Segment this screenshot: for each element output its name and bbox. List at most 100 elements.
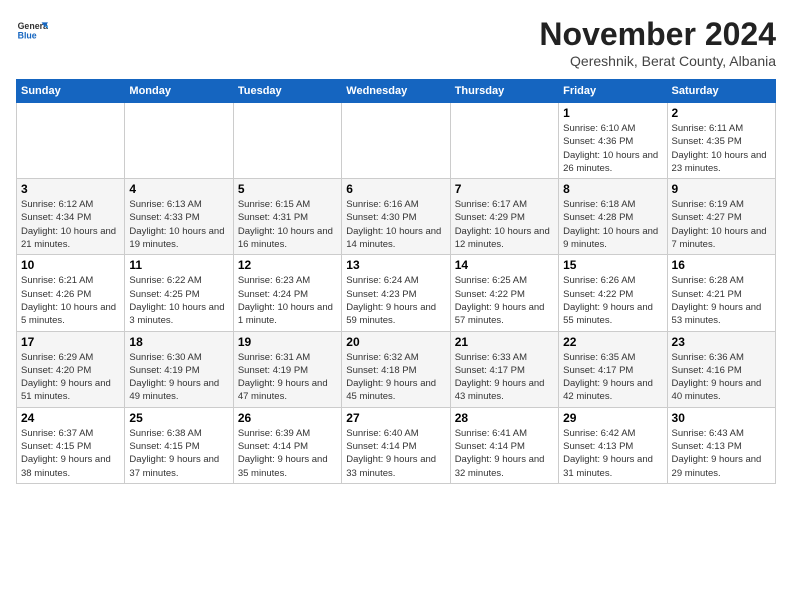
calendar-cell: 13Sunrise: 6:24 AM Sunset: 4:23 PM Dayli… [342, 255, 450, 331]
calendar-cell: 21 Sunrise: 6:33 AM Sunset: 4:17 PM Dayli… [450, 331, 558, 407]
calendar-cell [450, 103, 558, 179]
day-number: 25 [129, 411, 228, 425]
day-number: 14 [455, 258, 554, 272]
day-info: Sunrise: 6:18 AM Sunset: 4:28 PM Dayligh… [563, 198, 662, 251]
day-info: Sunrise: 6:29 AM Sunset: 4:20 PM Dayligh… [21, 351, 120, 404]
calendar-cell: 30 Sunrise: 6:43 AM Sunset: 4:13 PM Dayli… [667, 407, 775, 483]
svg-text:Blue: Blue [18, 30, 37, 40]
calendar-cell: 9 Sunrise: 6:19 AM Sunset: 4:27 PM Daylig… [667, 179, 775, 255]
day-info: Sunrise: 6:28 AM Sunset: 4:21 PM Dayligh… [672, 274, 771, 327]
svg-text:General: General [18, 21, 48, 31]
day-number: 21 [455, 335, 554, 349]
calendar-cell: 4Sunrise: 6:13 AM Sunset: 4:33 PM Daylig… [125, 179, 233, 255]
day-number: 29 [563, 411, 662, 425]
day-info: Sunrise: 6:17 AM Sunset: 4:29 PM Dayligh… [455, 198, 554, 251]
day-number: 8 [563, 182, 662, 196]
calendar-week-row: 17 Sunrise: 6:29 AM Sunset: 4:20 PM Dayli… [17, 331, 776, 407]
calendar-cell: 17 Sunrise: 6:29 AM Sunset: 4:20 PM Dayli… [17, 331, 125, 407]
calendar-cell: 28Sunrise: 6:41 AM Sunset: 4:14 PM Dayli… [450, 407, 558, 483]
calendar-cell: 6 Sunrise: 6:16 AM Sunset: 4:30 PM Daylig… [342, 179, 450, 255]
calendar-week-row: 1 Sunrise: 6:10 AM Sunset: 4:36 PM Daylig… [17, 103, 776, 179]
calendar-cell [342, 103, 450, 179]
day-info: Sunrise: 6:35 AM Sunset: 4:17 PM Dayligh… [563, 351, 662, 404]
header-cell-wednesday: Wednesday [342, 80, 450, 103]
day-number: 18 [129, 335, 228, 349]
calendar-cell: 18Sunrise: 6:30 AM Sunset: 4:19 PM Dayli… [125, 331, 233, 407]
day-info: Sunrise: 6:13 AM Sunset: 4:33 PM Dayligh… [129, 198, 228, 251]
day-info: Sunrise: 6:38 AM Sunset: 4:15 PM Dayligh… [129, 427, 228, 480]
day-number: 28 [455, 411, 554, 425]
logo: General Blue [16, 16, 48, 48]
calendar-table: SundayMondayTuesdayWednesdayThursdayFrid… [16, 79, 776, 484]
calendar-cell [17, 103, 125, 179]
calendar-cell: 14 Sunrise: 6:25 AM Sunset: 4:22 PM Dayli… [450, 255, 558, 331]
calendar-cell: 15 Sunrise: 6:26 AM Sunset: 4:22 PM Dayli… [559, 255, 667, 331]
day-number: 19 [238, 335, 337, 349]
day-info: Sunrise: 6:43 AM Sunset: 4:13 PM Dayligh… [672, 427, 771, 480]
day-info: Sunrise: 6:36 AM Sunset: 4:16 PM Dayligh… [672, 351, 771, 404]
day-info: Sunrise: 6:32 AM Sunset: 4:18 PM Dayligh… [346, 351, 445, 404]
calendar-cell: 23 Sunrise: 6:36 AM Sunset: 4:16 PM Dayli… [667, 331, 775, 407]
calendar-cell: 24Sunrise: 6:37 AM Sunset: 4:15 PM Dayli… [17, 407, 125, 483]
calendar-cell: 2 Sunrise: 6:11 AM Sunset: 4:35 PM Daylig… [667, 103, 775, 179]
day-number: 23 [672, 335, 771, 349]
calendar-cell: 27 Sunrise: 6:40 AM Sunset: 4:14 PM Dayli… [342, 407, 450, 483]
day-info: Sunrise: 6:22 AM Sunset: 4:25 PM Dayligh… [129, 274, 228, 327]
calendar-week-row: 10 Sunrise: 6:21 AM Sunset: 4:26 PM Dayli… [17, 255, 776, 331]
day-number: 9 [672, 182, 771, 196]
day-info: Sunrise: 6:12 AM Sunset: 4:34 PM Dayligh… [21, 198, 120, 251]
day-info: Sunrise: 6:33 AM Sunset: 4:17 PM Dayligh… [455, 351, 554, 404]
day-number: 27 [346, 411, 445, 425]
calendar-cell: 3 Sunrise: 6:12 AM Sunset: 4:34 PM Daylig… [17, 179, 125, 255]
calendar-week-row: 24Sunrise: 6:37 AM Sunset: 4:15 PM Dayli… [17, 407, 776, 483]
day-number: 24 [21, 411, 120, 425]
day-info: Sunrise: 6:25 AM Sunset: 4:22 PM Dayligh… [455, 274, 554, 327]
header-cell-monday: Monday [125, 80, 233, 103]
header-cell-tuesday: Tuesday [233, 80, 341, 103]
calendar-cell: 22 Sunrise: 6:35 AM Sunset: 4:17 PM Dayli… [559, 331, 667, 407]
day-info: Sunrise: 6:42 AM Sunset: 4:13 PM Dayligh… [563, 427, 662, 480]
calendar-cell [125, 103, 233, 179]
day-info: Sunrise: 6:26 AM Sunset: 4:22 PM Dayligh… [563, 274, 662, 327]
day-number: 11 [129, 258, 228, 272]
day-info: Sunrise: 6:39 AM Sunset: 4:14 PM Dayligh… [238, 427, 337, 480]
calendar-cell: 25 Sunrise: 6:38 AM Sunset: 4:15 PM Dayli… [125, 407, 233, 483]
day-info: Sunrise: 6:15 AM Sunset: 4:31 PM Dayligh… [238, 198, 337, 251]
header-cell-sunday: Sunday [17, 80, 125, 103]
calendar-cell: 5Sunrise: 6:15 AM Sunset: 4:31 PM Daylig… [233, 179, 341, 255]
logo-icon: General Blue [16, 16, 48, 48]
day-number: 30 [672, 411, 771, 425]
day-number: 10 [21, 258, 120, 272]
calendar-cell: 12Sunrise: 6:23 AM Sunset: 4:24 PM Dayli… [233, 255, 341, 331]
calendar-cell: 11 Sunrise: 6:22 AM Sunset: 4:25 PM Dayli… [125, 255, 233, 331]
calendar-cell: 19 Sunrise: 6:31 AM Sunset: 4:19 PM Dayli… [233, 331, 341, 407]
day-info: Sunrise: 6:19 AM Sunset: 4:27 PM Dayligh… [672, 198, 771, 251]
day-number: 17 [21, 335, 120, 349]
day-number: 15 [563, 258, 662, 272]
day-number: 3 [21, 182, 120, 196]
day-number: 12 [238, 258, 337, 272]
day-info: Sunrise: 6:31 AM Sunset: 4:19 PM Dayligh… [238, 351, 337, 404]
day-info: Sunrise: 6:16 AM Sunset: 4:30 PM Dayligh… [346, 198, 445, 251]
calendar-cell: 26Sunrise: 6:39 AM Sunset: 4:14 PM Dayli… [233, 407, 341, 483]
header-cell-saturday: Saturday [667, 80, 775, 103]
calendar-cell: 8 Sunrise: 6:18 AM Sunset: 4:28 PM Daylig… [559, 179, 667, 255]
day-number: 7 [455, 182, 554, 196]
day-number: 1 [563, 106, 662, 120]
day-info: Sunrise: 6:10 AM Sunset: 4:36 PM Dayligh… [563, 122, 662, 175]
header-cell-thursday: Thursday [450, 80, 558, 103]
day-number: 20 [346, 335, 445, 349]
day-number: 22 [563, 335, 662, 349]
day-number: 2 [672, 106, 771, 120]
calendar-cell: 16 Sunrise: 6:28 AM Sunset: 4:21 PM Dayli… [667, 255, 775, 331]
calendar-cell: 20 Sunrise: 6:32 AM Sunset: 4:18 PM Dayli… [342, 331, 450, 407]
day-info: Sunrise: 6:21 AM Sunset: 4:26 PM Dayligh… [21, 274, 120, 327]
calendar-cell: 29 Sunrise: 6:42 AM Sunset: 4:13 PM Dayli… [559, 407, 667, 483]
calendar-title: November 2024 [539, 16, 776, 53]
day-number: 16 [672, 258, 771, 272]
day-number: 6 [346, 182, 445, 196]
calendar-cell: 10 Sunrise: 6:21 AM Sunset: 4:26 PM Dayli… [17, 255, 125, 331]
day-info: Sunrise: 6:40 AM Sunset: 4:14 PM Dayligh… [346, 427, 445, 480]
day-info: Sunrise: 6:11 AM Sunset: 4:35 PM Dayligh… [672, 122, 771, 175]
calendar-subtitle: Qereshnik, Berat County, Albania [539, 53, 776, 69]
